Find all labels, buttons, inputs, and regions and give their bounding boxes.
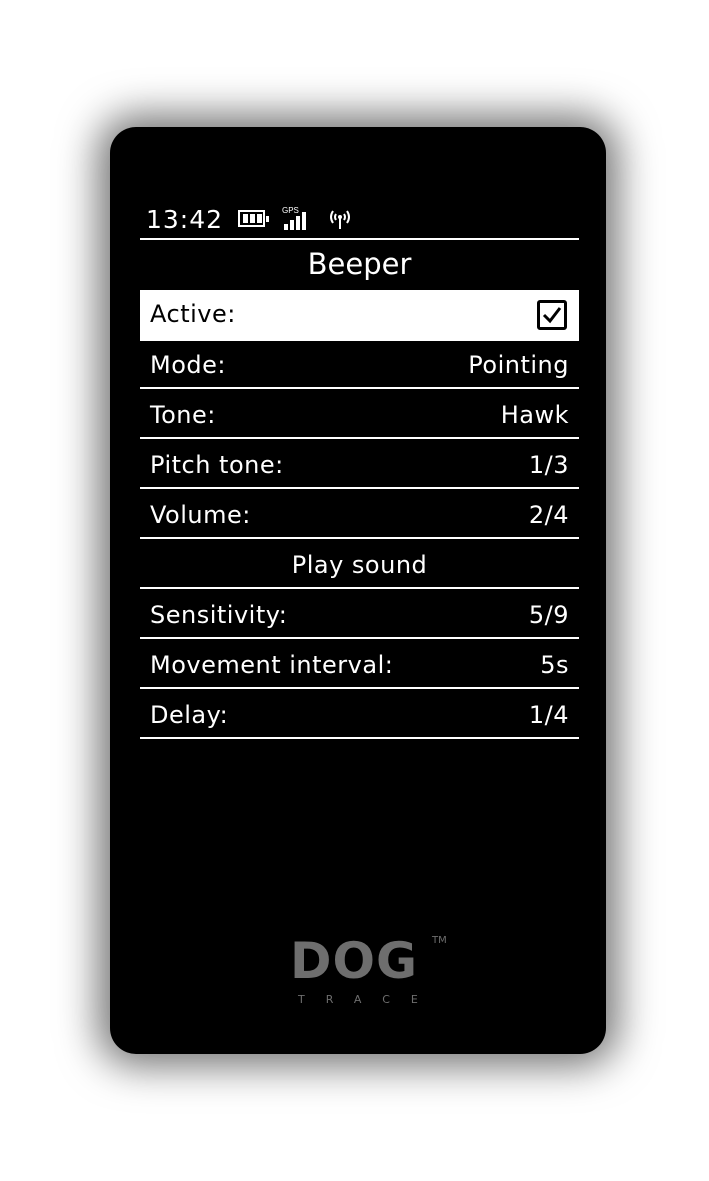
setting-label-pitch-tone: Pitch tone: [150,451,284,479]
setting-value-movement-interval: 5s [540,651,569,679]
logo-sub: TRACE [298,993,439,1006]
setting-value-volume: 2/4 [528,501,569,529]
device-frame: 13:42 GPS Beeper Active: Mode: Pointing … [110,127,606,1054]
setting-row-delay[interactable]: Delay: 1/4 [140,691,579,739]
status-bar: 13:42 GPS [140,200,579,240]
setting-label-mode: Mode: [150,351,226,379]
setting-label-delay: Delay: [150,701,229,729]
setting-value-delay: 1/4 [528,701,569,729]
device-screen: 13:42 GPS Beeper Active: Mode: Pointing … [140,200,580,905]
play-sound-button[interactable]: Play sound [140,541,579,589]
setting-value-tone: Hawk [500,401,569,429]
setting-value-mode: Pointing [468,351,569,379]
status-time: 13:42 [146,205,224,234]
setting-label-tone: Tone: [150,401,216,429]
logo-trademark: TM [432,935,447,946]
page-title: Beeper [307,247,412,281]
setting-row-mode[interactable]: Mode: Pointing [140,341,579,389]
checkbox-checked-icon[interactable] [537,300,567,330]
gps-signal-icon: GPS [282,206,314,232]
setting-label-active: Active: [150,300,236,328]
setting-label-sensitivity: Sensitivity: [150,601,288,629]
gps-label: GPS [282,206,299,215]
setting-row-tone[interactable]: Tone: Hawk [140,391,579,439]
setting-row-pitch-tone[interactable]: Pitch tone: 1/3 [140,441,579,489]
setting-row-active[interactable]: Active: [140,290,579,341]
battery-icon [238,210,269,227]
setting-row-movement-interval[interactable]: Movement interval: 5s [140,641,579,689]
play-sound-label: Play sound [291,551,428,579]
setting-value-pitch-tone: 1/3 [528,451,569,479]
setting-label-movement-interval: Movement interval: [150,651,394,679]
radio-antenna-icon [328,208,352,230]
setting-row-volume[interactable]: Volume: 2/4 [140,491,579,539]
setting-value-sensitivity: 5/9 [528,601,569,629]
logo-brand: DOG [290,932,419,990]
setting-label-volume: Volume: [150,501,251,529]
setting-row-sensitivity[interactable]: Sensitivity: 5/9 [140,591,579,639]
dogtrace-logo: DOG TM TRACE [290,933,450,1013]
